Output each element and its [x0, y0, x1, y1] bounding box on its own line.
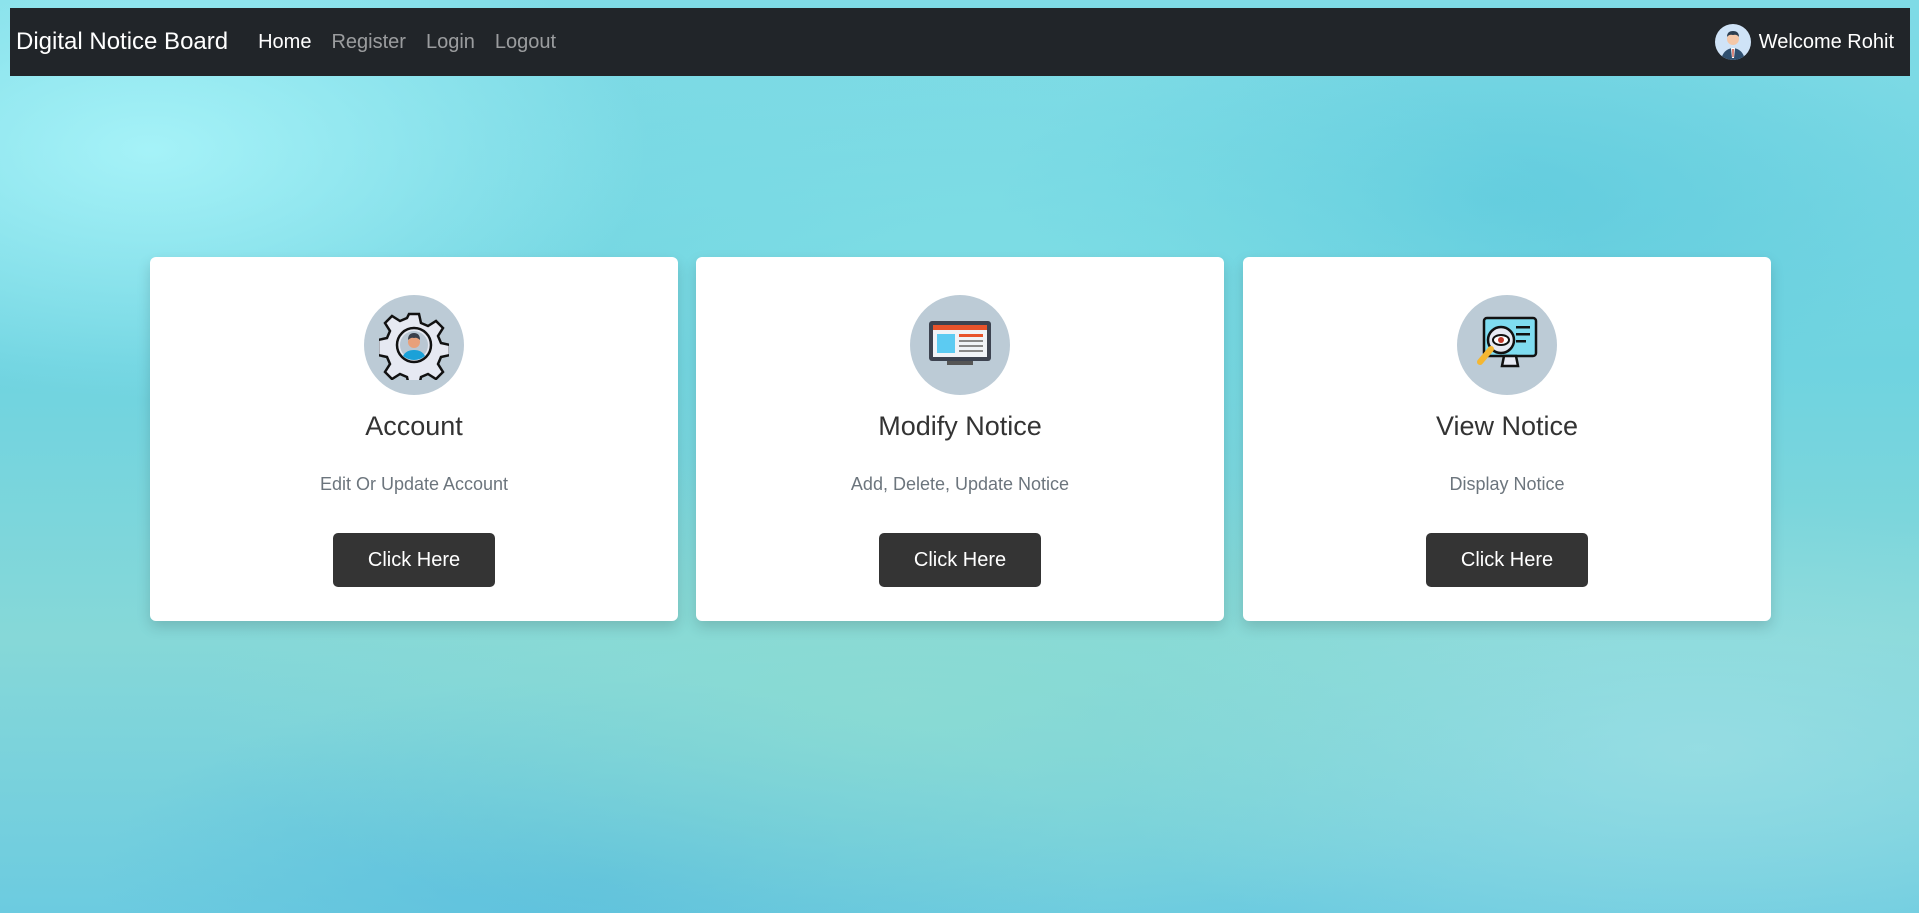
- card-title: Account: [365, 411, 463, 441]
- card-title: View Notice: [1435, 411, 1579, 441]
- nav-register[interactable]: Register: [331, 31, 405, 54]
- card-description: Display Notice: [1449, 474, 1565, 494]
- brand-link[interactable]: Digital Notice Board: [16, 28, 228, 56]
- account-settings-icon: [364, 295, 464, 395]
- modify-notice-card: Modify Notice Add, Delete, Update Notice…: [696, 257, 1224, 621]
- card-title: Modify Notice: [878, 411, 1042, 441]
- account-card: Account Edit Or Update Account Click Her…: [150, 257, 678, 621]
- view-notice-icon: [1457, 295, 1557, 395]
- modify-notice-icon: [910, 295, 1010, 395]
- welcome-text: Welcome Rohit: [1758, 30, 1894, 53]
- card-description: Edit Or Update Account: [319, 474, 509, 494]
- card-description: Add, Delete, Update Notice: [850, 474, 1070, 494]
- nav-login[interactable]: Login: [426, 31, 475, 54]
- modify-notice-click-button[interactable]: Click Here: [879, 533, 1041, 587]
- nav-logout[interactable]: Logout: [495, 31, 556, 54]
- view-notice-card: View Notice Display Notice Click Here: [1243, 257, 1771, 621]
- view-notice-click-button[interactable]: Click Here: [1426, 533, 1588, 587]
- user-menu[interactable]: Welcome Rohit: [1714, 24, 1894, 60]
- account-click-button[interactable]: Click Here: [333, 533, 495, 587]
- nav-home[interactable]: Home: [258, 31, 311, 54]
- navbar: Digital Notice Board Home Register Login…: [10, 8, 1910, 76]
- avatar: [1714, 24, 1751, 60]
